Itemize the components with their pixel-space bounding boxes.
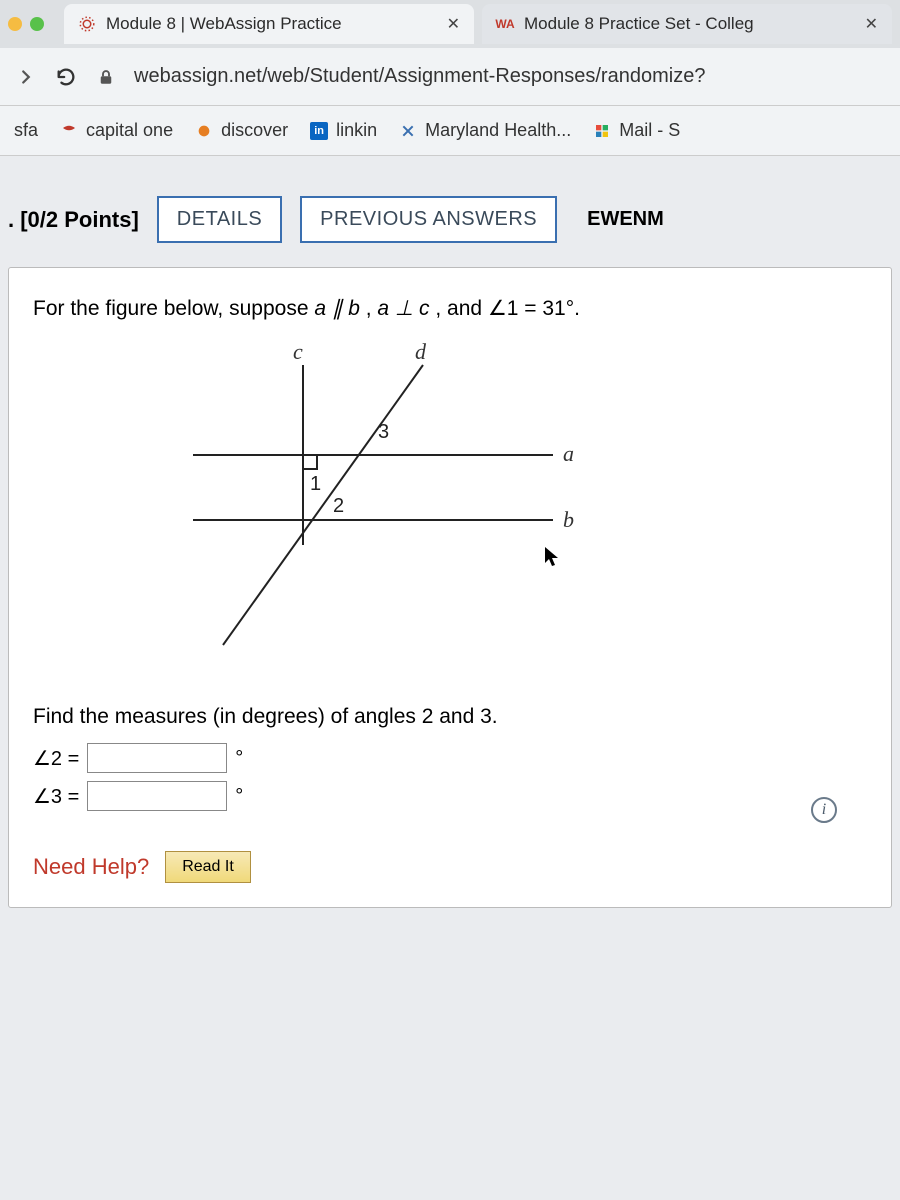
lock-icon (94, 65, 118, 89)
minimize-dot[interactable] (8, 17, 22, 31)
figure-num-1: 1 (310, 473, 321, 496)
details-button[interactable]: DETAILS (157, 196, 282, 243)
prompt-part: a ∥ b (314, 297, 360, 320)
bookmark-label: Mail - S (619, 120, 680, 141)
bookmark-discover[interactable]: discover (195, 120, 288, 141)
figure-num-2: 2 (333, 495, 344, 518)
forward-icon[interactable] (14, 65, 38, 89)
tab-1-title: Module 8 | WebAssign Practice (106, 14, 342, 34)
read-it-button[interactable]: Read It (165, 851, 251, 883)
url-text[interactable]: webassign.net/web/Student/Assignment-Res… (134, 65, 886, 88)
grid-icon (593, 122, 611, 140)
angle-2-row: ∠2 = ° (33, 743, 867, 773)
bookmark-mail[interactable]: Mail - S (593, 120, 680, 141)
figure-label-a: a (563, 441, 574, 467)
angle-3-input[interactable] (87, 781, 227, 811)
figure-num-3: 3 (378, 421, 389, 444)
angle-3-label: ∠3 = (33, 784, 79, 809)
figure-label-b: b (563, 507, 574, 533)
find-instruction: Find the measures (in degrees) of angles… (33, 705, 867, 729)
angle-2-input[interactable] (87, 743, 227, 773)
question-header: . [0/2 Points] DETAILS PREVIOUS ANSWERS … (4, 196, 896, 243)
gear-icon (78, 15, 96, 33)
tab-2[interactable]: WA Module 8 Practice Set - Colleg ✕ (482, 4, 892, 44)
bookmark-label: discover (221, 120, 288, 141)
close-icon[interactable]: ✕ (447, 14, 460, 34)
bookmark-capital-one[interactable]: capital one (60, 120, 173, 141)
angle-3-row: ∠3 = ° (33, 781, 867, 811)
url-bar: webassign.net/web/Student/Assignment-Res… (0, 48, 900, 106)
tab-2-title: Module 8 Practice Set - Colleg (524, 14, 754, 34)
bookmark-linkedin[interactable]: in linkin (310, 120, 377, 141)
info-letter: i (822, 801, 826, 819)
prompt-part: , and (435, 297, 488, 320)
info-icon[interactable]: i (811, 797, 837, 823)
page-content: . [0/2 Points] DETAILS PREVIOUS ANSWERS … (0, 156, 900, 928)
bookmark-label: Maryland Health... (425, 120, 571, 141)
tab-strip: Module 8 | WebAssign Practice ✕ WA Modul… (0, 0, 900, 48)
linkedin-icon: in (310, 122, 328, 140)
prompt-part: , (366, 297, 378, 320)
prompt-part: a ⊥ c (377, 297, 429, 320)
wa-icon: WA (496, 15, 514, 33)
question-points: . [0/2 Points] (8, 207, 139, 233)
bookmark-maryland[interactable]: Maryland Health... (399, 120, 571, 141)
close-icon[interactable]: ✕ (865, 14, 878, 34)
degree-symbol: ° (235, 785, 243, 808)
figure-label-d: d (415, 339, 426, 365)
prompt-part: For the figure below, suppose (33, 297, 314, 320)
bookmarks-folder[interactable]: sfa (14, 120, 38, 141)
reload-icon[interactable] (54, 65, 78, 89)
cursor-icon (543, 545, 561, 567)
x-icon (399, 122, 417, 140)
bookmark-label: capital one (86, 120, 173, 141)
angle-2-label: ∠2 = (33, 746, 79, 771)
circle-icon (195, 122, 213, 140)
question-prompt: For the figure below, suppose a ∥ b , a … (33, 296, 867, 321)
geometry-figure: c d a b 1 2 3 (153, 345, 633, 665)
bookmarks-bar: sfa capital one discover in linkin Maryl… (0, 106, 900, 156)
need-help-label: Need Help? (33, 854, 149, 880)
question-source: EWENM (587, 208, 664, 231)
chevron-icon (60, 122, 78, 140)
window-controls (8, 17, 44, 31)
maximize-dot[interactable] (30, 17, 44, 31)
help-row: Need Help? Read It (33, 851, 867, 883)
degree-symbol: ° (235, 747, 243, 770)
bookmark-label: linkin (336, 120, 377, 141)
tab-1[interactable]: Module 8 | WebAssign Practice ✕ (64, 4, 474, 44)
figure-label-c: c (293, 339, 303, 365)
previous-answers-button[interactable]: PREVIOUS ANSWERS (300, 196, 557, 243)
prompt-part: ∠1 = 31°. (488, 297, 580, 320)
question-box: For the figure below, suppose a ∥ b , a … (8, 267, 892, 908)
